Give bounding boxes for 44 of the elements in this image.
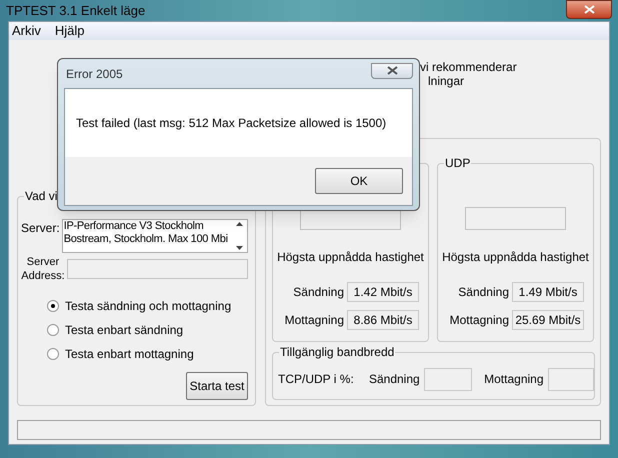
field-label: Server Address: bbox=[21, 255, 65, 283]
close-button[interactable] bbox=[566, 0, 612, 19]
close-icon bbox=[386, 66, 398, 75]
server-list[interactable]: IP-Performance V3 Stockholm Bostream, Stockholm. Max 100 Mbi bbox=[62, 219, 248, 253]
menu-item[interactable]: Hjälp bbox=[54, 21, 85, 41]
speed-value: 1.42 Mbit/s bbox=[347, 282, 419, 302]
speed-value: 8.86 Mbit/s bbox=[347, 310, 419, 330]
dialog-title: Error 2005 bbox=[65, 66, 123, 82]
send-field bbox=[424, 368, 472, 390]
speed-value: 1.49 Mbit/s bbox=[512, 282, 584, 302]
radio-label: Testa enbart mottagning bbox=[65, 346, 194, 363]
intro-text: vi rekommenderar bbox=[420, 60, 518, 74]
group-title: UDP bbox=[444, 156, 472, 170]
speed-label: Sändning bbox=[458, 284, 509, 301]
scroll-up-icon[interactable] bbox=[236, 222, 243, 226]
ok-button[interactable]: OK bbox=[315, 168, 403, 194]
speed-heading: Högsta uppnådda hastighet bbox=[441, 249, 590, 266]
bandwidth-send-label: Sändning bbox=[368, 371, 420, 388]
address-field[interactable] bbox=[67, 259, 248, 279]
speed-label: Mottagning bbox=[284, 312, 344, 329]
bandwidth-label: TCP/UDP i %: bbox=[278, 371, 355, 388]
radio-button[interactable] bbox=[47, 348, 59, 360]
speed-label: Mottagning bbox=[450, 312, 509, 329]
radio-label: Testa enbart sändning bbox=[65, 322, 184, 339]
radio-label: Testa sändning och mottagning bbox=[65, 298, 232, 315]
scroll-down-icon[interactable] bbox=[236, 246, 243, 250]
close-button[interactable] bbox=[371, 62, 413, 78]
list-item[interactable]: IP-Performance V3 Stockholm bbox=[64, 220, 232, 233]
speed-label: Sändning bbox=[293, 284, 344, 301]
field-label: Server: bbox=[21, 220, 60, 237]
error-message: Test failed (last msg: 512 Max Packetsize allowed is 1500) bbox=[76, 115, 386, 132]
window-title: TPTEST 3.1 Enkelt läge bbox=[6, 2, 146, 20]
close-icon bbox=[584, 5, 594, 14]
group-title: Vad vi bbox=[24, 189, 58, 203]
group-title: Tillgänglig bandbredd bbox=[279, 345, 396, 359]
radio-button[interactable] bbox=[47, 300, 59, 312]
intro-text: lningar bbox=[427, 74, 466, 88]
list-item[interactable]: Bostream, Stockholm. Max 100 Mbi bbox=[64, 233, 232, 246]
start-button[interactable]: Starta test bbox=[186, 372, 248, 400]
speed-heading: Högsta uppnådda hastighet bbox=[276, 249, 425, 266]
radio-button[interactable] bbox=[47, 324, 59, 336]
speed-value: 25.69 Mbit/s bbox=[512, 310, 584, 330]
bandwidth-receive-label: Mottagning bbox=[484, 371, 544, 388]
menu-item[interactable]: Arkiv bbox=[12, 21, 41, 41]
